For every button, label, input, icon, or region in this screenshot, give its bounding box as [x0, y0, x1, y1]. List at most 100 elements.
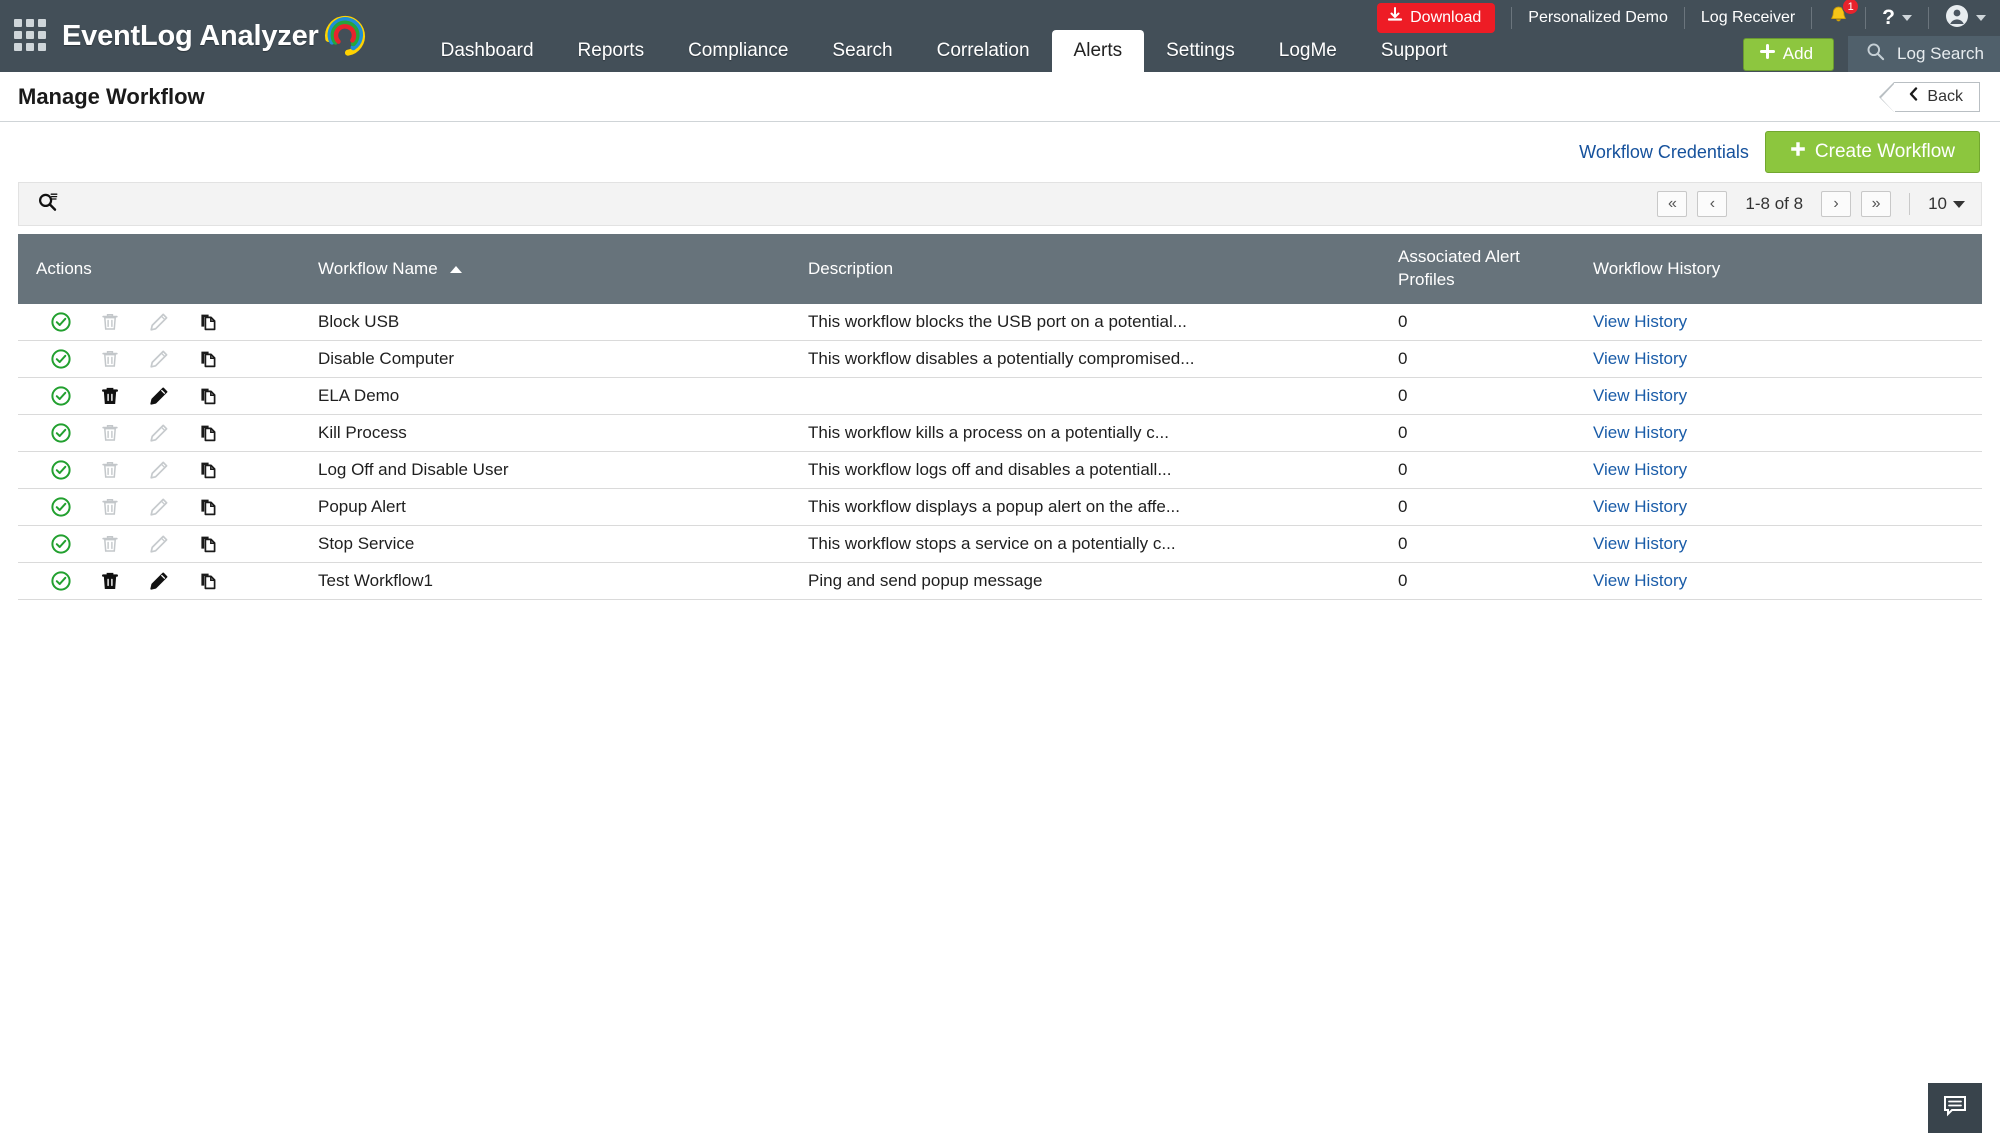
notifications-button[interactable]: 1 [1828, 5, 1849, 31]
enable-workflow-icon[interactable] [50, 496, 72, 518]
delete-workflow-icon [99, 311, 121, 333]
delete-workflow-icon[interactable] [99, 385, 121, 407]
column-header-actions: Actions [18, 234, 318, 304]
column-header-associated-alert-profiles[interactable]: Associated Alert Profiles [1398, 234, 1593, 304]
help-icon: ? [1882, 6, 1895, 30]
copy-workflow-icon[interactable] [197, 422, 219, 444]
grid-apps-icon[interactable] [14, 19, 48, 53]
cell-workflow-name: Stop Service [318, 526, 808, 563]
table-row[interactable]: Block USBThis workflow blocks the USB po… [18, 304, 1982, 341]
log-search-button[interactable]: Log Search [1848, 36, 2000, 72]
workflow-credentials-link[interactable]: Workflow Credentials [1579, 142, 1749, 163]
row-actions-cell [18, 526, 318, 563]
edit-workflow-icon [148, 422, 170, 444]
table-row[interactable]: Test Workflow1Ping and send popup messag… [18, 563, 1982, 600]
pagination-last-button[interactable]: » [1861, 191, 1891, 217]
delete-workflow-icon[interactable] [99, 570, 121, 592]
enable-workflow-icon[interactable] [50, 459, 72, 481]
enable-workflow-icon[interactable] [50, 311, 72, 333]
nav-item-correlation[interactable]: Correlation [915, 30, 1052, 72]
enable-workflow-icon[interactable] [50, 533, 72, 555]
copy-workflow-icon[interactable] [197, 348, 219, 370]
cell-associated-alert-profiles: 0 [1398, 341, 1593, 378]
table-row[interactable]: Disable ComputerThis workflow disables a… [18, 341, 1982, 378]
view-history-link[interactable]: View History [1593, 349, 1687, 368]
copy-workflow-icon[interactable] [197, 385, 219, 407]
edit-workflow-icon[interactable] [148, 570, 170, 592]
create-workflow-button[interactable]: Create Workflow [1765, 131, 1980, 173]
chevron-left-icon [1908, 87, 1919, 106]
nav-item-dashboard[interactable]: Dashboard [419, 30, 556, 72]
edit-workflow-icon [148, 311, 170, 333]
copy-workflow-icon[interactable] [197, 311, 219, 333]
log-search-label: Log Search [1897, 44, 1984, 64]
cell-description: This workflow blocks the USB port on a p… [808, 304, 1398, 341]
view-history-link[interactable]: View History [1593, 386, 1687, 405]
back-label: Back [1927, 88, 1963, 106]
table-row[interactable]: Popup AlertThis workflow displays a popu… [18, 489, 1982, 526]
view-history-link[interactable]: View History [1593, 312, 1687, 331]
pagination-next-button[interactable]: › [1821, 191, 1851, 217]
cell-workflow-name: Block USB [318, 304, 808, 341]
copy-workflow-icon[interactable] [197, 533, 219, 555]
row-actions-cell [18, 563, 318, 600]
row-actions-cell [18, 304, 318, 341]
table-row[interactable]: Stop ServiceThis workflow stops a servic… [18, 526, 1982, 563]
cell-description: This workflow kills a process on a poten… [808, 415, 1398, 452]
delete-workflow-icon [99, 496, 121, 518]
view-history-link[interactable]: View History [1593, 460, 1687, 479]
pagination-first-button[interactable]: « [1657, 191, 1687, 217]
page-size-value: 10 [1928, 194, 1947, 214]
pagination-range: 1-8 of 8 [1745, 194, 1803, 214]
enable-workflow-icon[interactable] [50, 422, 72, 444]
view-history-link[interactable]: View History [1593, 423, 1687, 442]
back-button[interactable]: Back [1894, 82, 1980, 112]
log-receiver-link[interactable]: Log Receiver [1701, 9, 1795, 27]
column-header-workflow-name[interactable]: Workflow Name [318, 234, 808, 304]
delete-workflow-icon [99, 348, 121, 370]
nav-item-settings[interactable]: Settings [1144, 30, 1257, 72]
add-label: Add [1783, 44, 1813, 64]
page-titlebar: Manage Workflow Back [0, 72, 2000, 122]
page-size-select[interactable]: 10 [1928, 194, 1965, 214]
plus-icon [1760, 44, 1775, 64]
table-row[interactable]: ELA Demo0View History [18, 378, 1982, 415]
enable-workflow-icon[interactable] [50, 570, 72, 592]
page-actions: Workflow Credentials Create Workflow [0, 122, 2000, 182]
edit-workflow-icon [148, 533, 170, 555]
download-button[interactable]: Download [1377, 3, 1495, 33]
column-header-description[interactable]: Description [808, 234, 1398, 304]
nav-item-search[interactable]: Search [810, 30, 914, 72]
copy-workflow-icon[interactable] [197, 496, 219, 518]
header-utility-area: Download Personalized Demo Log Receiver … [1360, 0, 2000, 72]
column-header-workflow-history[interactable]: Workflow History [1593, 234, 1982, 304]
nav-item-alerts[interactable]: Alerts [1052, 30, 1145, 72]
copy-workflow-icon[interactable] [197, 570, 219, 592]
enable-workflow-icon[interactable] [50, 348, 72, 370]
table-row[interactable]: Log Off and Disable UserThis workflow lo… [18, 452, 1982, 489]
enable-workflow-icon[interactable] [50, 385, 72, 407]
add-button[interactable]: Add [1743, 38, 1834, 71]
cell-workflow-history: View History [1593, 489, 1982, 526]
edit-workflow-icon[interactable] [148, 385, 170, 407]
view-history-link[interactable]: View History [1593, 497, 1687, 516]
feedback-button[interactable] [1928, 1083, 1982, 1133]
app-header: EventLog Analyzer Dashboard Reports Comp… [0, 0, 2000, 72]
edit-workflow-icon [148, 459, 170, 481]
nav-item-logme[interactable]: LogMe [1257, 30, 1359, 72]
nav-item-reports[interactable]: Reports [556, 30, 667, 72]
search-input[interactable] [37, 191, 59, 218]
pagination: « ‹ 1-8 of 8 › » 10 [1657, 191, 1965, 217]
personalized-demo-link[interactable]: Personalized Demo [1528, 9, 1668, 27]
nav-item-compliance[interactable]: Compliance [666, 30, 810, 72]
pagination-prev-button[interactable]: ‹ [1697, 191, 1727, 217]
view-history-link[interactable]: View History [1593, 534, 1687, 553]
user-menu[interactable] [1945, 4, 1986, 33]
page-title: Manage Workflow [18, 84, 205, 110]
copy-workflow-icon[interactable] [197, 459, 219, 481]
view-history-link[interactable]: View History [1593, 571, 1687, 590]
cell-workflow-history: View History [1593, 304, 1982, 341]
table-row[interactable]: Kill ProcessThis workflow kills a proces… [18, 415, 1982, 452]
cell-description: This workflow logs off and disables a po… [808, 452, 1398, 489]
help-menu[interactable]: ? [1882, 6, 1912, 30]
